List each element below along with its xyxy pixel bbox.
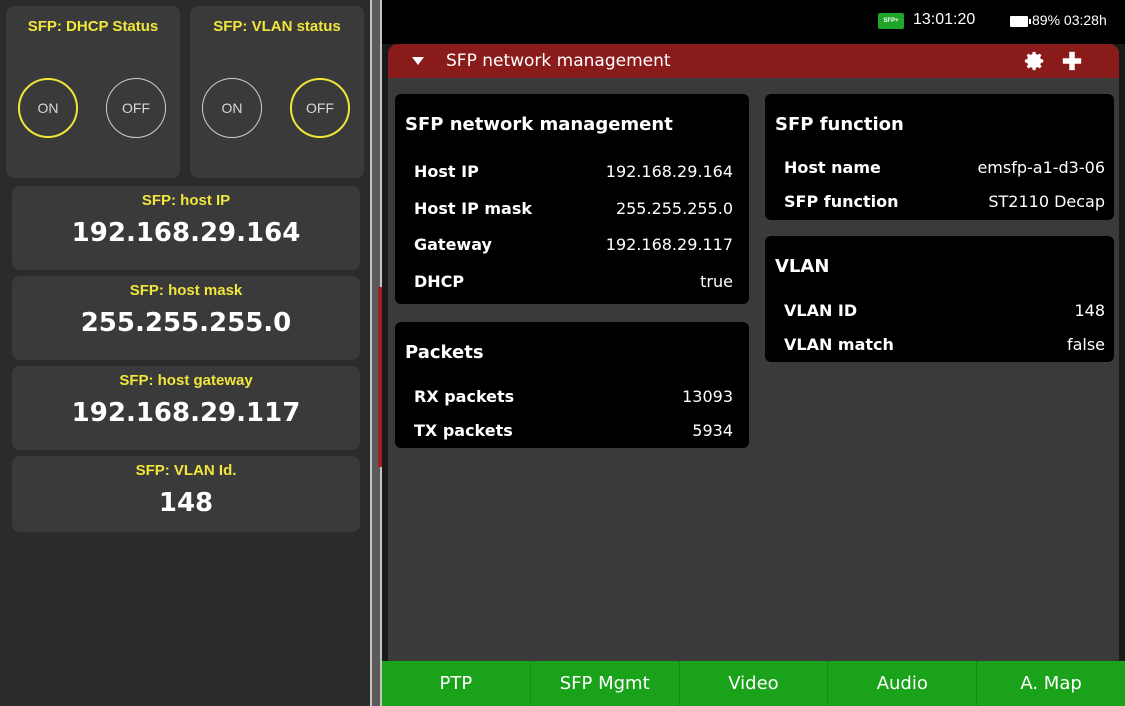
host-name-field: emsfp-a1-d3-06 [977, 158, 1105, 177]
tab-audio-map[interactable]: A. Map [977, 661, 1125, 706]
dhcp-status-card: SFP: DHCP Status ON OFF [6, 6, 180, 178]
host-ip-field: 192.168.29.164 [605, 162, 733, 181]
host-gateway-card: SFP: host gateway 192.168.29.117 [12, 366, 360, 450]
host-mask-value: 255.255.255.0 [80, 308, 292, 338]
dhcp-label: DHCP [414, 272, 465, 291]
panel-header[interactable]: SFP network management [388, 44, 1119, 78]
packets-box: Packets RX packets 13093 TX packets 5934 [395, 322, 749, 448]
host-gateway-title: SFP: host gateway [119, 372, 253, 389]
gateway-field: 192.168.29.117 [605, 235, 733, 254]
host-ip-mask-field: 255.255.255.0 [615, 199, 733, 218]
battery-status: 89% 03:28h [1032, 12, 1107, 28]
vlan-match-label: VLAN match [784, 335, 894, 354]
network-management-box: SFP network management Host IP 192.168.2… [395, 94, 749, 304]
clock: 13:01:20 [913, 11, 976, 28]
host-mask-title: SFP: host mask [129, 282, 243, 299]
tab-video[interactable]: Video [680, 661, 829, 706]
host-ip-label: Host IP [414, 162, 479, 181]
bottom-tab-bar: PTP SFP Mgmt Video Audio A. Map [382, 661, 1125, 706]
vlan-status-card: SFP: VLAN status ON OFF [190, 6, 364, 178]
vlan-id-value: 148 [158, 488, 214, 518]
gear-icon[interactable] [1024, 50, 1046, 72]
host-ip-value: 192.168.29.164 [71, 218, 301, 248]
vlan-id-field: 148 [1074, 301, 1105, 320]
function-box-title: SFP function [775, 114, 904, 135]
right-panel: SFP+ 13:01:20 89% 03:28h SFP network man… [382, 0, 1125, 706]
panel-header-title: SFP network management [446, 51, 671, 71]
sfp-function-field: ST2110 Decap [988, 192, 1105, 211]
host-ip-card: SFP: host IP 192.168.29.164 [12, 186, 360, 270]
host-name-label: Host name [784, 158, 881, 177]
rx-packets-label: RX packets [414, 387, 515, 406]
tab-sfp-mgmt[interactable]: SFP Mgmt [531, 661, 680, 706]
tab-audio[interactable]: Audio [828, 661, 978, 706]
vlan-box-title: VLAN [775, 256, 830, 277]
vlan-id-label: VLAN ID [784, 301, 858, 320]
vlan-on-button[interactable]: ON [202, 78, 262, 138]
plus-icon[interactable] [1061, 50, 1083, 72]
host-mask-card: SFP: host mask 255.255.255.0 [12, 276, 360, 360]
host-gateway-value: 192.168.29.117 [71, 398, 301, 428]
host-ip-mask-label: Host IP mask [414, 199, 533, 218]
tab-ptp[interactable]: PTP [382, 661, 531, 706]
network-box-title: SFP network management [405, 114, 673, 135]
sfp-function-box: SFP function Host name emsfp-a1-d3-06 SF… [765, 94, 1114, 220]
vlan-off-button[interactable]: OFF [290, 78, 350, 138]
status-bar: SFP+ 13:01:20 89% 03:28h [382, 0, 1125, 44]
rx-packets-field: 13093 [682, 387, 733, 406]
sfp-function-label: SFP function [784, 192, 899, 211]
dhcp-off-button[interactable]: OFF [106, 78, 166, 138]
left-panel: SFP: DHCP Status ON OFF SFP: VLAN status… [0, 0, 370, 706]
vlan-status-title: SFP: VLAN status [213, 18, 341, 35]
vlan-box: VLAN VLAN ID 148 VLAN match false [765, 236, 1114, 362]
vlan-id-title: SFP: VLAN Id. [135, 462, 237, 479]
dhcp-on-button[interactable]: ON [18, 78, 78, 138]
battery-icon [1010, 16, 1031, 27]
dhcp-status-title: SFP: DHCP Status [27, 18, 159, 35]
host-ip-title: SFP: host IP [141, 192, 231, 209]
sfp-management-panel: SFP network management SFP network manag… [388, 44, 1119, 661]
tx-packets-label: TX packets [414, 421, 513, 440]
dhcp-field: true [700, 272, 733, 291]
sfp-plus-badge: SFP+ [878, 13, 904, 29]
vlan-match-field: false [1066, 335, 1105, 354]
gateway-label: Gateway [414, 235, 492, 254]
packets-box-title: Packets [405, 342, 484, 363]
vlan-id-card: SFP: VLAN Id. 148 [12, 456, 360, 532]
tx-packets-field: 5934 [692, 421, 733, 440]
collapse-triangle-icon[interactable] [412, 57, 424, 65]
